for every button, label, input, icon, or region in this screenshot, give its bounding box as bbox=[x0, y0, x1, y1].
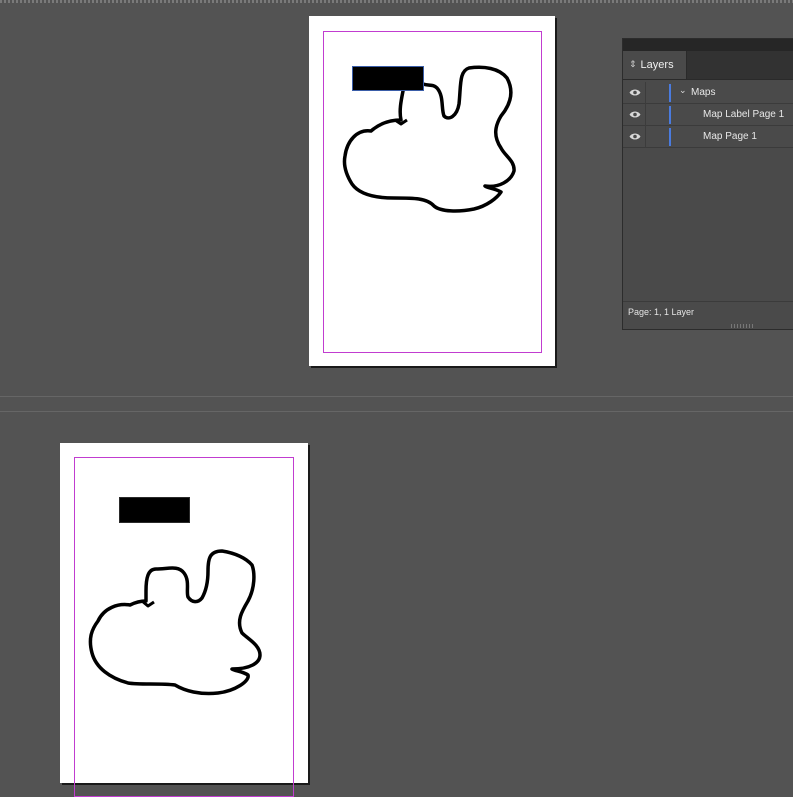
map-label-box[interactable] bbox=[119, 497, 190, 523]
document-page-2[interactable] bbox=[60, 443, 308, 797]
lock-column-divider bbox=[645, 104, 646, 126]
layer-row-map-page-1[interactable]: Map Page 1 bbox=[623, 126, 793, 148]
visibility-eye-icon[interactable] bbox=[629, 132, 641, 141]
visibility-eye-icon[interactable] bbox=[629, 110, 641, 119]
layer-color-bar bbox=[669, 84, 671, 102]
map-outline-shape[interactable] bbox=[60, 443, 308, 783]
map-label-box[interactable] bbox=[352, 66, 424, 91]
panel-title-strip[interactable] bbox=[623, 39, 793, 51]
map-outline-shape[interactable] bbox=[309, 16, 555, 366]
layer-row-map-label-page-1[interactable]: Map Label Page 1 bbox=[623, 104, 793, 126]
updown-chevron-icon[interactable]: ⇕ bbox=[629, 60, 637, 70]
panel-tab-bar: ⇕ Layers bbox=[623, 39, 793, 80]
resize-grip[interactable] bbox=[731, 324, 753, 328]
layer-name[interactable]: Map Label Page 1 bbox=[703, 109, 784, 120]
layers-panel[interactable]: ⇕ Layers ⌄ Maps Map Label Page 1 Map Pag… bbox=[622, 38, 793, 330]
layer-name[interactable]: Maps bbox=[691, 87, 715, 98]
chevron-down-icon[interactable]: ⌄ bbox=[679, 85, 687, 96]
lock-column-divider bbox=[645, 126, 646, 148]
tab-layers-label: Layers bbox=[640, 59, 674, 71]
layer-color-bar bbox=[669, 106, 671, 124]
layer-name[interactable]: Map Page 1 bbox=[703, 131, 757, 142]
layer-row-maps[interactable]: ⌄ Maps bbox=[623, 82, 793, 104]
panel-status-bar: Page: 1, 1 Layer bbox=[623, 301, 793, 323]
document-page-1[interactable] bbox=[309, 16, 555, 366]
visibility-eye-icon[interactable] bbox=[629, 88, 641, 97]
layer-color-bar bbox=[669, 128, 671, 146]
spread-divider bbox=[0, 396, 793, 412]
lock-column-divider bbox=[645, 82, 646, 104]
layers-status-text: Page: 1, 1 Layer bbox=[628, 307, 695, 317]
top-ruler bbox=[0, 0, 793, 3]
tab-layers[interactable]: ⇕ Layers bbox=[623, 51, 687, 79]
